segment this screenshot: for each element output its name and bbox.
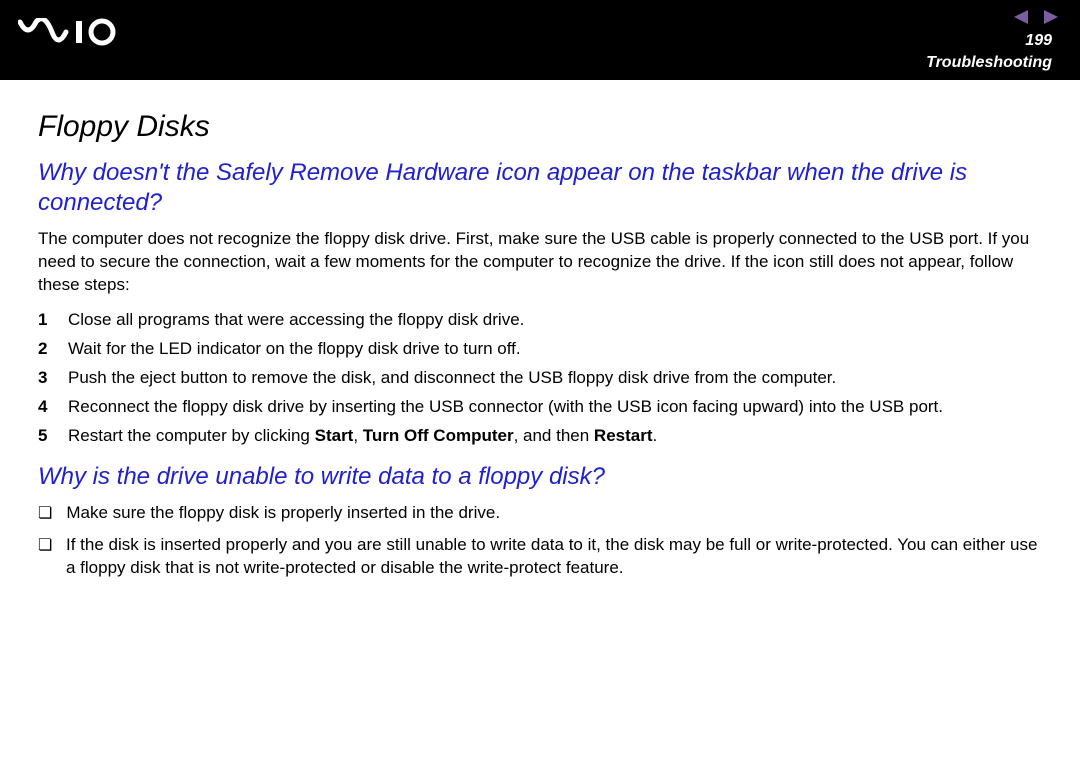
list-item: 2 Wait for the LED indicator on the flop… bbox=[38, 338, 1042, 361]
step-text: Push the eject button to remove the disk… bbox=[68, 367, 836, 390]
bullet-icon: ❏ bbox=[38, 502, 52, 525]
nav-arrows bbox=[1014, 10, 1058, 29]
page-header: 199 Troubleshooting bbox=[0, 0, 1080, 80]
question-1: Why doesn't the Safely Remove Hardware i… bbox=[38, 158, 1042, 218]
q1-steps-list: 1 Close all programs that were accessing… bbox=[38, 309, 1042, 448]
vaio-logo bbox=[18, 18, 118, 51]
list-item: ❏ Make sure the floppy disk is properly … bbox=[38, 502, 1042, 525]
bullet-text: Make sure the floppy disk is properly in… bbox=[66, 502, 500, 525]
nav-next-icon[interactable] bbox=[1040, 10, 1058, 29]
page-number: 199 bbox=[1025, 32, 1052, 50]
q2-bullet-list: ❏ Make sure the floppy disk is properly … bbox=[38, 502, 1042, 581]
step-number: 5 bbox=[38, 425, 50, 448]
bullet-icon: ❏ bbox=[38, 534, 52, 580]
section-label: Troubleshooting bbox=[926, 54, 1052, 72]
question-2: Why is the drive unable to write data to… bbox=[38, 462, 1042, 492]
nav-prev-icon[interactable] bbox=[1014, 10, 1032, 29]
step-number: 4 bbox=[38, 396, 50, 419]
step-number: 2 bbox=[38, 338, 50, 361]
list-item: 3 Push the eject button to remove the di… bbox=[38, 367, 1042, 390]
step-number: 3 bbox=[38, 367, 50, 390]
step-text: Wait for the LED indicator on the floppy… bbox=[68, 338, 521, 361]
step-text: Restart the computer by clicking Start, … bbox=[68, 425, 657, 448]
bullet-text: If the disk is inserted properly and you… bbox=[66, 534, 1042, 580]
step-text: Close all programs that were accessing t… bbox=[68, 309, 524, 332]
page-title: Floppy Disks bbox=[38, 110, 1042, 144]
page-content: Floppy Disks Why doesn't the Safely Remo… bbox=[0, 80, 1080, 580]
list-item: 1 Close all programs that were accessing… bbox=[38, 309, 1042, 332]
step-number: 1 bbox=[38, 309, 50, 332]
q1-intro-text: The computer does not recognize the flop… bbox=[38, 228, 1042, 297]
list-item: 5 Restart the computer by clicking Start… bbox=[38, 425, 1042, 448]
list-item: ❏ If the disk is inserted properly and y… bbox=[38, 534, 1042, 580]
step-text: Reconnect the floppy disk drive by inser… bbox=[68, 396, 943, 419]
list-item: 4 Reconnect the floppy disk drive by ins… bbox=[38, 396, 1042, 419]
